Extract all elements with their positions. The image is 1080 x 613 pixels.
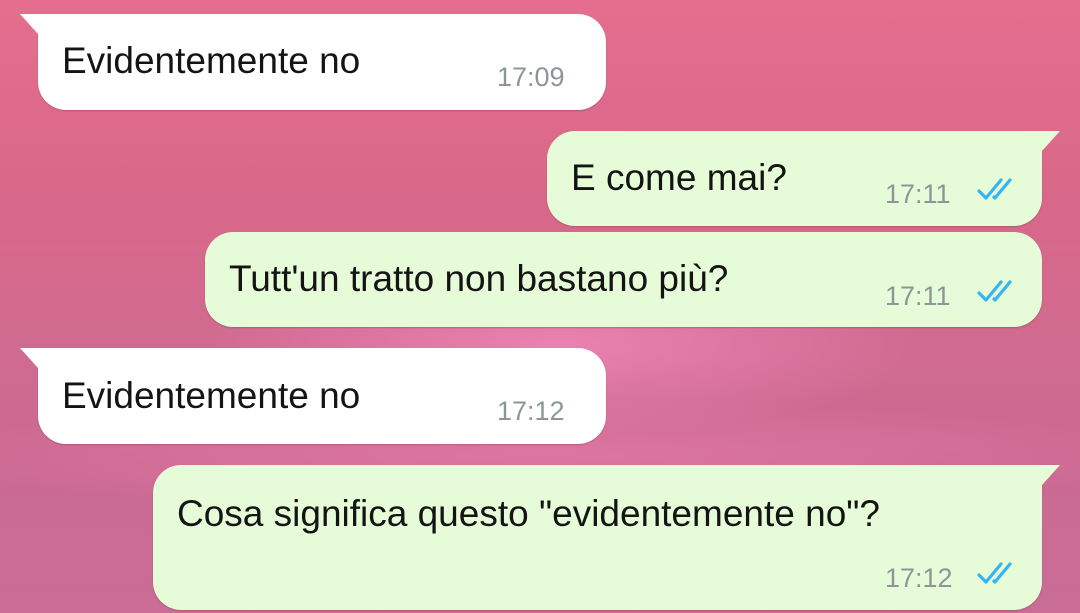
message-text: Evidentemente no [62,375,361,416]
message-timestamp: 17:12 [885,563,953,593]
double-check-read-icon [977,178,1012,200]
message-timestamp: 17:12 [497,396,565,426]
outgoing-message-bubble[interactable]: Cosa significa questo "evidentemente no"… [153,465,1060,610]
message-timestamp: 17:11 [885,281,951,311]
message-text: E come mai? [571,157,787,198]
chat-conversation: Evidentemente no 17:09 E come mai? 17:11… [0,0,1080,613]
double-check-read-icon [977,280,1012,302]
message-timestamp: 17:09 [497,62,565,92]
double-check-read-icon [977,562,1012,584]
message-text: Cosa significa questo "evidentemente no"… [177,493,880,534]
message-timestamp: 17:11 [885,179,951,209]
incoming-message-bubble[interactable]: Evidentemente no 17:09 [20,14,606,110]
outgoing-message-bubble[interactable]: E come mai? 17:11 [547,131,1060,226]
message-text: Tutt'un tratto non bastano più? [229,258,729,299]
message-text: Evidentemente no [62,40,361,81]
incoming-message-bubble[interactable]: Evidentemente no 17:12 [20,348,606,444]
outgoing-message-bubble[interactable]: Tutt'un tratto non bastano più? 17:11 [205,232,1042,327]
